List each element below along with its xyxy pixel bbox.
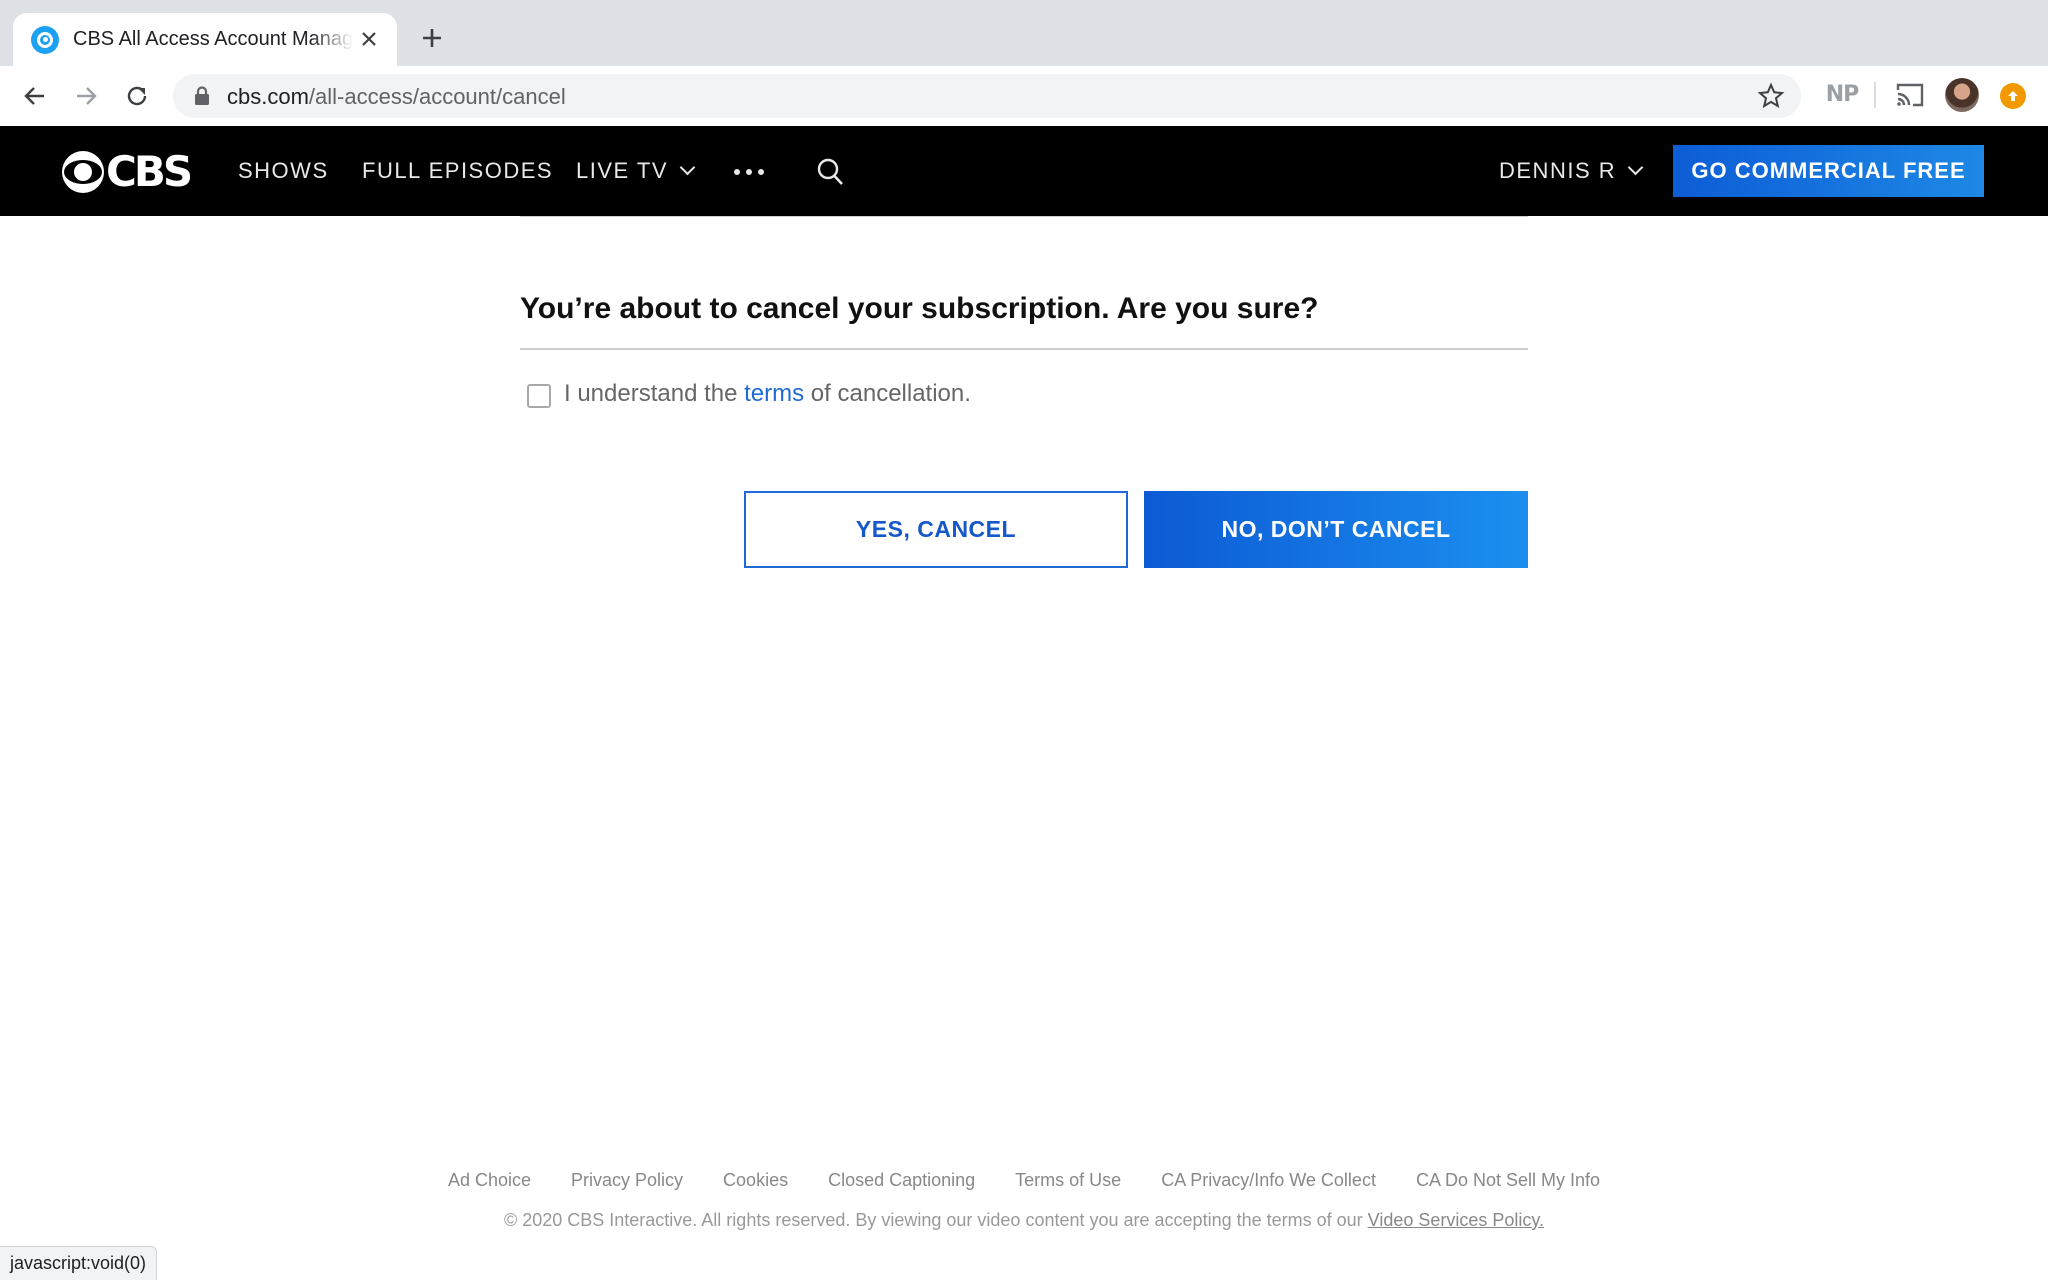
tab-title: CBS All Access Account Management [73,28,353,50]
forward-arrow-icon[interactable] [68,78,104,114]
footer-link-ca-do-not-sell[interactable]: CA Do Not Sell My Info [1416,1170,1600,1191]
footer-link-ad-choice[interactable]: Ad Choice [448,1170,531,1191]
terms-checkbox[interactable] [527,384,551,408]
reload-icon[interactable] [119,78,155,114]
more-menu-icon[interactable] [734,169,764,175]
content-top-border [520,216,1528,217]
footer-link-cookies[interactable]: Cookies [723,1170,788,1191]
terms-checkbox-label: I understand the terms of cancellation. [564,380,971,407]
footer-link-privacy-policy[interactable]: Privacy Policy [571,1170,683,1191]
user-menu[interactable]: DENNIS R [1499,158,1644,184]
address-bar[interactable]: cbs.com/all-access/account/cancel [173,74,1801,118]
profile-avatar[interactable] [1945,78,1979,112]
new-tab-plus-icon[interactable] [416,22,448,54]
back-arrow-icon[interactable] [17,78,53,114]
no-dont-cancel-button[interactable]: NO, DON’T CANCEL [1144,491,1528,568]
copyright-text: © 2020 CBS Interactive. All rights reser… [503,1210,1545,1230]
bookmark-star-icon[interactable] [1757,82,1785,110]
footer-link-terms-of-use[interactable]: Terms of Use [1015,1170,1121,1191]
browser-window: CBS All Access Account Management cbs.co… [0,0,2048,1280]
site-header: CBS SHOWS FULL EPISODES LIVE TV DENNIS R… [0,126,2048,216]
cbs-eye-icon [62,151,104,193]
go-commercial-free-button[interactable]: GO COMMERCIAL FREE [1673,145,1984,197]
status-bubble: javascript:void(0) [0,1246,158,1280]
nav-full-episodes[interactable]: FULL EPISODES [362,158,553,184]
page-title: You’re about to cancel your subscription… [520,292,1319,325]
cbs-favicon-icon [31,25,59,54]
tab-close-icon[interactable] [355,25,383,53]
lock-icon [195,86,209,105]
yes-cancel-button[interactable]: YES, CANCEL [744,491,1128,568]
footer-link-ca-privacy[interactable]: CA Privacy/Info We Collect [1161,1170,1376,1191]
nav-live-tv[interactable]: LIVE TV [576,158,696,184]
chevron-down-icon [679,159,696,176]
footer-link-closed-captioning[interactable]: Closed Captioning [828,1170,975,1191]
np-extension-icon[interactable]: NP [1826,78,1860,110]
chevron-down-icon [1627,159,1644,176]
browser-tab-active[interactable]: CBS All Access Account Management [13,13,397,66]
cbs-logo[interactable]: CBS [62,151,193,193]
update-arrow-icon[interactable] [2000,83,2026,109]
terms-link[interactable]: terms [744,380,804,407]
url-text: cbs.com/all-access/account/cancel [227,84,566,109]
video-services-policy-link[interactable]: Video Services Policy. [1368,1210,1544,1230]
search-icon[interactable] [816,157,844,187]
toolbar-separator [1874,82,1876,108]
browser-toolbar: cbs.com/all-access/account/cancel [0,66,2048,126]
footer-links: Ad Choice Privacy Policy Cookies Closed … [0,1170,2048,1191]
title-divider [520,348,1528,350]
nav-shows[interactable]: SHOWS [238,158,329,184]
tab-strip: CBS All Access Account Management [0,0,2048,66]
cast-icon[interactable] [1894,80,1926,110]
